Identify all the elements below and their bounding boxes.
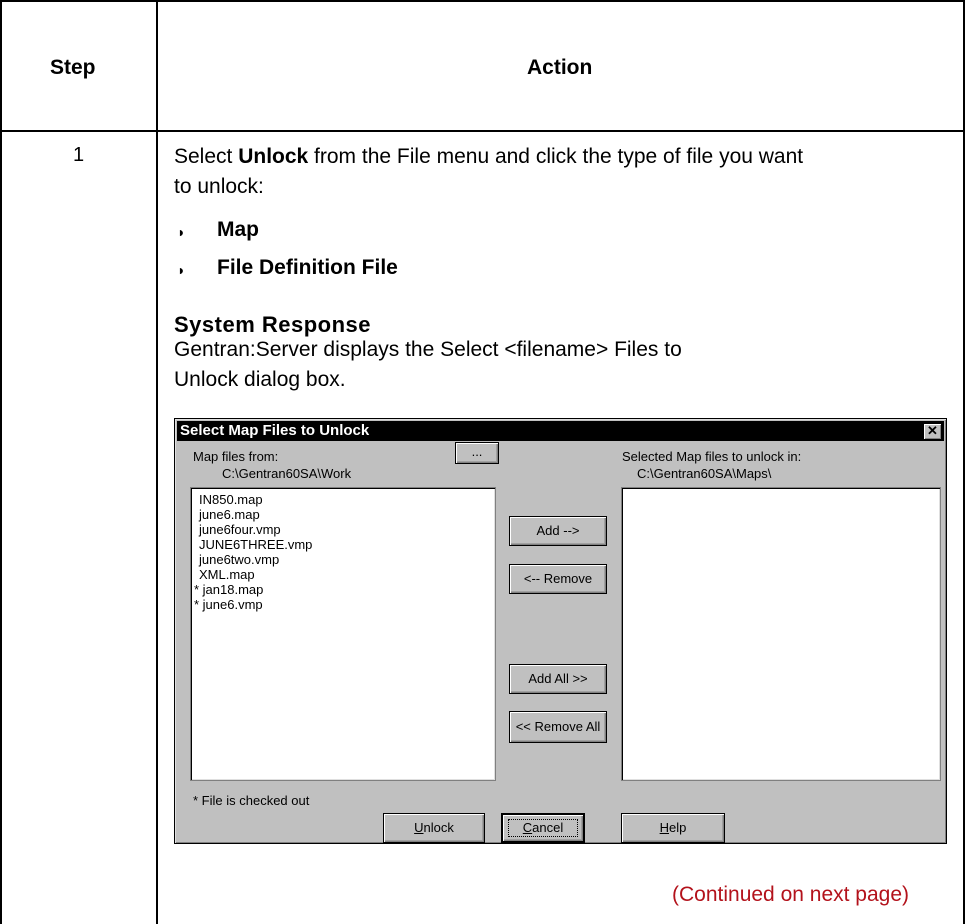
continued-note: (Continued on next page)	[672, 883, 909, 906]
list-item[interactable]: june6.map	[199, 507, 260, 522]
help-label: elp	[669, 820, 687, 835]
step-number: 1	[73, 144, 85, 166]
instruction-bold: Unlock	[238, 145, 309, 168]
action-column-header: Action	[527, 56, 593, 79]
table-left-border	[0, 0, 2, 924]
list-item[interactable]: * jan18.map	[194, 582, 263, 597]
add-button[interactable]: Add -->	[509, 516, 607, 546]
list-item[interactable]: june6four.vmp	[199, 522, 281, 537]
dialog-titlebar[interactable]: Select Map Files to Unlock ✕	[177, 421, 944, 441]
bullet-icon: ◗	[177, 262, 186, 278]
help-button[interactable]: Help	[621, 813, 725, 843]
remove-button[interactable]: <-- Remove	[509, 564, 607, 594]
dialog-title: Select Map Files to Unlock	[180, 422, 370, 439]
table-top-border	[0, 0, 965, 2]
step-column-header: Step	[50, 56, 96, 79]
selected-files-listbox[interactable]	[621, 487, 941, 781]
checked-out-footnote: * File is checked out	[193, 793, 310, 808]
instruction-text-line2: to unlock:	[174, 175, 264, 198]
unlock-button[interactable]: Unlock	[383, 813, 485, 843]
table-right-border	[963, 0, 965, 924]
system-response-line1: Gentran:Server displays the Select <file…	[174, 338, 682, 361]
list-item[interactable]: JUNE6THREE.vmp	[199, 537, 312, 552]
destination-path: C:\Gentran60SA\Maps\	[637, 466, 772, 481]
selected-files-label: Selected Map files to unlock in:	[622, 449, 802, 464]
focus-rectangle	[508, 819, 578, 837]
unlock-label: nlock	[423, 820, 454, 835]
help-accelerator: H	[659, 820, 670, 835]
unlock-accelerator: U	[414, 820, 424, 835]
close-x-icon[interactable]: ✕	[923, 423, 942, 440]
instruction-pre: Select	[174, 145, 239, 168]
table-column-divider	[156, 0, 158, 924]
source-files-listbox[interactable]: IN850.map june6.map june6four.vmp JUNE6T…	[190, 487, 496, 781]
list-item[interactable]: * june6.vmp	[194, 597, 263, 612]
add-all-button[interactable]: Add All >>	[509, 664, 607, 694]
bullet-file-definition: File Definition File	[217, 256, 398, 279]
list-item[interactable]: XML.map	[199, 567, 255, 582]
cancel-button[interactable]: Cancel	[501, 813, 585, 843]
browse-button[interactable]: ...	[455, 442, 499, 464]
instruction-post: from the File menu and click the type of…	[308, 145, 804, 168]
bullet-icon: ◗	[177, 224, 186, 240]
table-header-divider	[0, 130, 965, 132]
map-files-from-label: Map files from:	[193, 449, 279, 464]
source-path: C:\Gentran60SA\Work	[222, 466, 352, 481]
system-response-line2: Unlock dialog box.	[174, 368, 346, 391]
bullet-map: Map	[217, 218, 259, 241]
list-item[interactable]: IN850.map	[199, 492, 263, 507]
list-item[interactable]: june6two.vmp	[199, 552, 279, 567]
select-map-files-dialog: Select Map Files to Unlock ✕ Map files f…	[174, 418, 947, 844]
remove-all-button[interactable]: << Remove All	[509, 711, 607, 743]
instruction-text: Select Unlock from the File menu and cli…	[174, 142, 954, 172]
